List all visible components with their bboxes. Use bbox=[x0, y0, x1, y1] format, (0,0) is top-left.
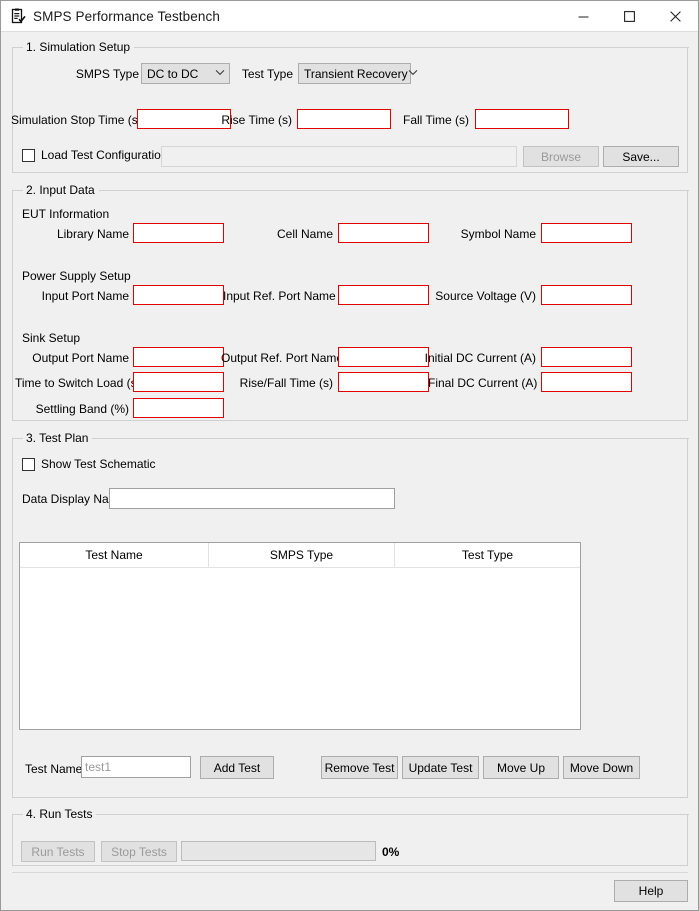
input-port-name-label: Input Port Name bbox=[41, 289, 129, 303]
stop-tests-button[interactable]: Stop Tests bbox=[101, 841, 177, 862]
output-port-name-input[interactable] bbox=[133, 347, 224, 367]
section-simulation-setup-legend: 1. Simulation Setup bbox=[23, 40, 135, 54]
test-plan-table-body[interactable] bbox=[20, 568, 580, 728]
source-voltage-label: Source Voltage (V) bbox=[435, 289, 536, 303]
close-button[interactable] bbox=[652, 1, 698, 32]
sink-setup-heading: Sink Setup bbox=[22, 331, 81, 345]
output-ref-port-name-label: Output Ref. Port Name bbox=[221, 351, 344, 365]
remove-test-button[interactable]: Remove Test bbox=[321, 756, 398, 779]
clipboard-check-icon bbox=[9, 8, 26, 25]
run-progress-percent: 0% bbox=[382, 845, 400, 859]
simulation-stop-time-input[interactable] bbox=[137, 109, 231, 129]
test-type-label: Test Type bbox=[241, 67, 293, 81]
checkbox-box bbox=[22, 148, 35, 162]
help-button[interactable]: Help bbox=[614, 880, 688, 902]
test-name-input[interactable] bbox=[81, 756, 191, 778]
fall-time-input[interactable] bbox=[475, 109, 569, 129]
rise-fall-time-label: Rise/Fall Time (s) bbox=[239, 376, 333, 390]
move-down-button[interactable]: Move Down bbox=[563, 756, 640, 779]
run-tests-button[interactable]: Run Tests bbox=[21, 841, 95, 862]
smps-type-value: DC to DC bbox=[147, 66, 199, 81]
input-port-name-input[interactable] bbox=[133, 285, 224, 305]
test-plan-table-header: Test Name SMPS Type Test Type bbox=[20, 543, 580, 568]
settling-band-input[interactable] bbox=[133, 398, 224, 418]
test-type-value: Transient Recovery bbox=[304, 66, 408, 81]
add-test-button[interactable]: Add Test bbox=[200, 756, 274, 779]
load-test-configuration-checkbox[interactable]: Load Test Configuration bbox=[22, 148, 168, 162]
maximize-button[interactable] bbox=[606, 1, 652, 32]
load-test-configuration-label: Load Test Configuration bbox=[41, 148, 168, 162]
source-voltage-input[interactable] bbox=[541, 285, 632, 305]
rise-time-label: Rise Time (s) bbox=[221, 113, 292, 127]
section-test-plan-legend: 3. Test Plan bbox=[23, 431, 93, 445]
load-test-configuration-path-input[interactable] bbox=[161, 146, 517, 167]
final-dc-current-label: Final DC Current (A) bbox=[428, 376, 538, 390]
footer-divider bbox=[12, 872, 688, 873]
minimize-button[interactable] bbox=[560, 1, 606, 32]
column-header-smps-type[interactable]: SMPS Type bbox=[208, 543, 394, 567]
input-ref-port-name-label: Input Ref. Port Name bbox=[223, 289, 336, 303]
smps-type-combo[interactable]: DC to DC bbox=[141, 63, 230, 84]
final-dc-current-input[interactable] bbox=[541, 372, 632, 392]
rise-time-input[interactable] bbox=[297, 109, 391, 129]
column-header-test-type[interactable]: Test Type bbox=[394, 543, 580, 567]
test-name-label: Test Name bbox=[25, 762, 83, 776]
column-header-test-name[interactable]: Test Name bbox=[20, 543, 208, 567]
checkbox-box bbox=[22, 457, 35, 471]
output-ref-port-name-input[interactable] bbox=[338, 347, 429, 367]
rise-fall-time-input[interactable] bbox=[338, 372, 429, 392]
move-up-button[interactable]: Move Up bbox=[483, 756, 559, 779]
show-test-schematic-checkbox[interactable]: Show Test Schematic bbox=[22, 457, 156, 471]
save-button[interactable]: Save... bbox=[603, 146, 679, 167]
eut-information-heading: EUT Information bbox=[22, 207, 110, 221]
app-window: SMPS Performance Testbench 1. Simulation… bbox=[0, 0, 699, 911]
symbol-name-input[interactable] bbox=[541, 223, 632, 243]
data-display-name-input[interactable] bbox=[109, 488, 395, 509]
time-to-switch-load-input[interactable] bbox=[133, 372, 224, 392]
fall-time-label: Fall Time (s) bbox=[403, 113, 469, 127]
settling-band-label: Settling Band (%) bbox=[35, 402, 129, 416]
time-to-switch-load-label: Time to Switch Load (s) bbox=[15, 376, 141, 390]
output-port-name-label: Output Port Name bbox=[32, 351, 129, 365]
run-progress-bar bbox=[181, 841, 376, 861]
cell-name-input[interactable] bbox=[338, 223, 429, 243]
window-controls bbox=[560, 1, 698, 32]
cell-name-label: Cell Name bbox=[276, 227, 333, 241]
chevron-down-icon bbox=[408, 69, 418, 78]
initial-dc-current-label: Initial DC Current (A) bbox=[424, 351, 536, 365]
test-plan-table[interactable]: Test Name SMPS Type Test Type bbox=[19, 542, 581, 730]
title-bar: SMPS Performance Testbench bbox=[1, 1, 698, 32]
initial-dc-current-input[interactable] bbox=[541, 347, 632, 367]
simulation-stop-time-label: Simulation Stop Time (s) bbox=[11, 113, 142, 127]
show-test-schematic-label: Show Test Schematic bbox=[41, 457, 156, 471]
browse-button[interactable]: Browse bbox=[523, 146, 599, 167]
power-supply-setup-heading: Power Supply Setup bbox=[22, 269, 131, 283]
smps-type-label: SMPS Type bbox=[75, 67, 139, 81]
test-type-combo[interactable]: Transient Recovery bbox=[298, 63, 417, 84]
library-name-label: Library Name bbox=[56, 227, 129, 241]
update-test-button[interactable]: Update Test bbox=[402, 756, 479, 779]
symbol-name-label: Symbol Name bbox=[460, 227, 536, 241]
window-title: SMPS Performance Testbench bbox=[33, 8, 220, 24]
section-run-tests-legend: 4. Run Tests bbox=[23, 807, 97, 821]
library-name-input[interactable] bbox=[133, 223, 224, 243]
section-input-data-legend: 2. Input Data bbox=[23, 183, 99, 197]
input-ref-port-name-input[interactable] bbox=[338, 285, 429, 305]
